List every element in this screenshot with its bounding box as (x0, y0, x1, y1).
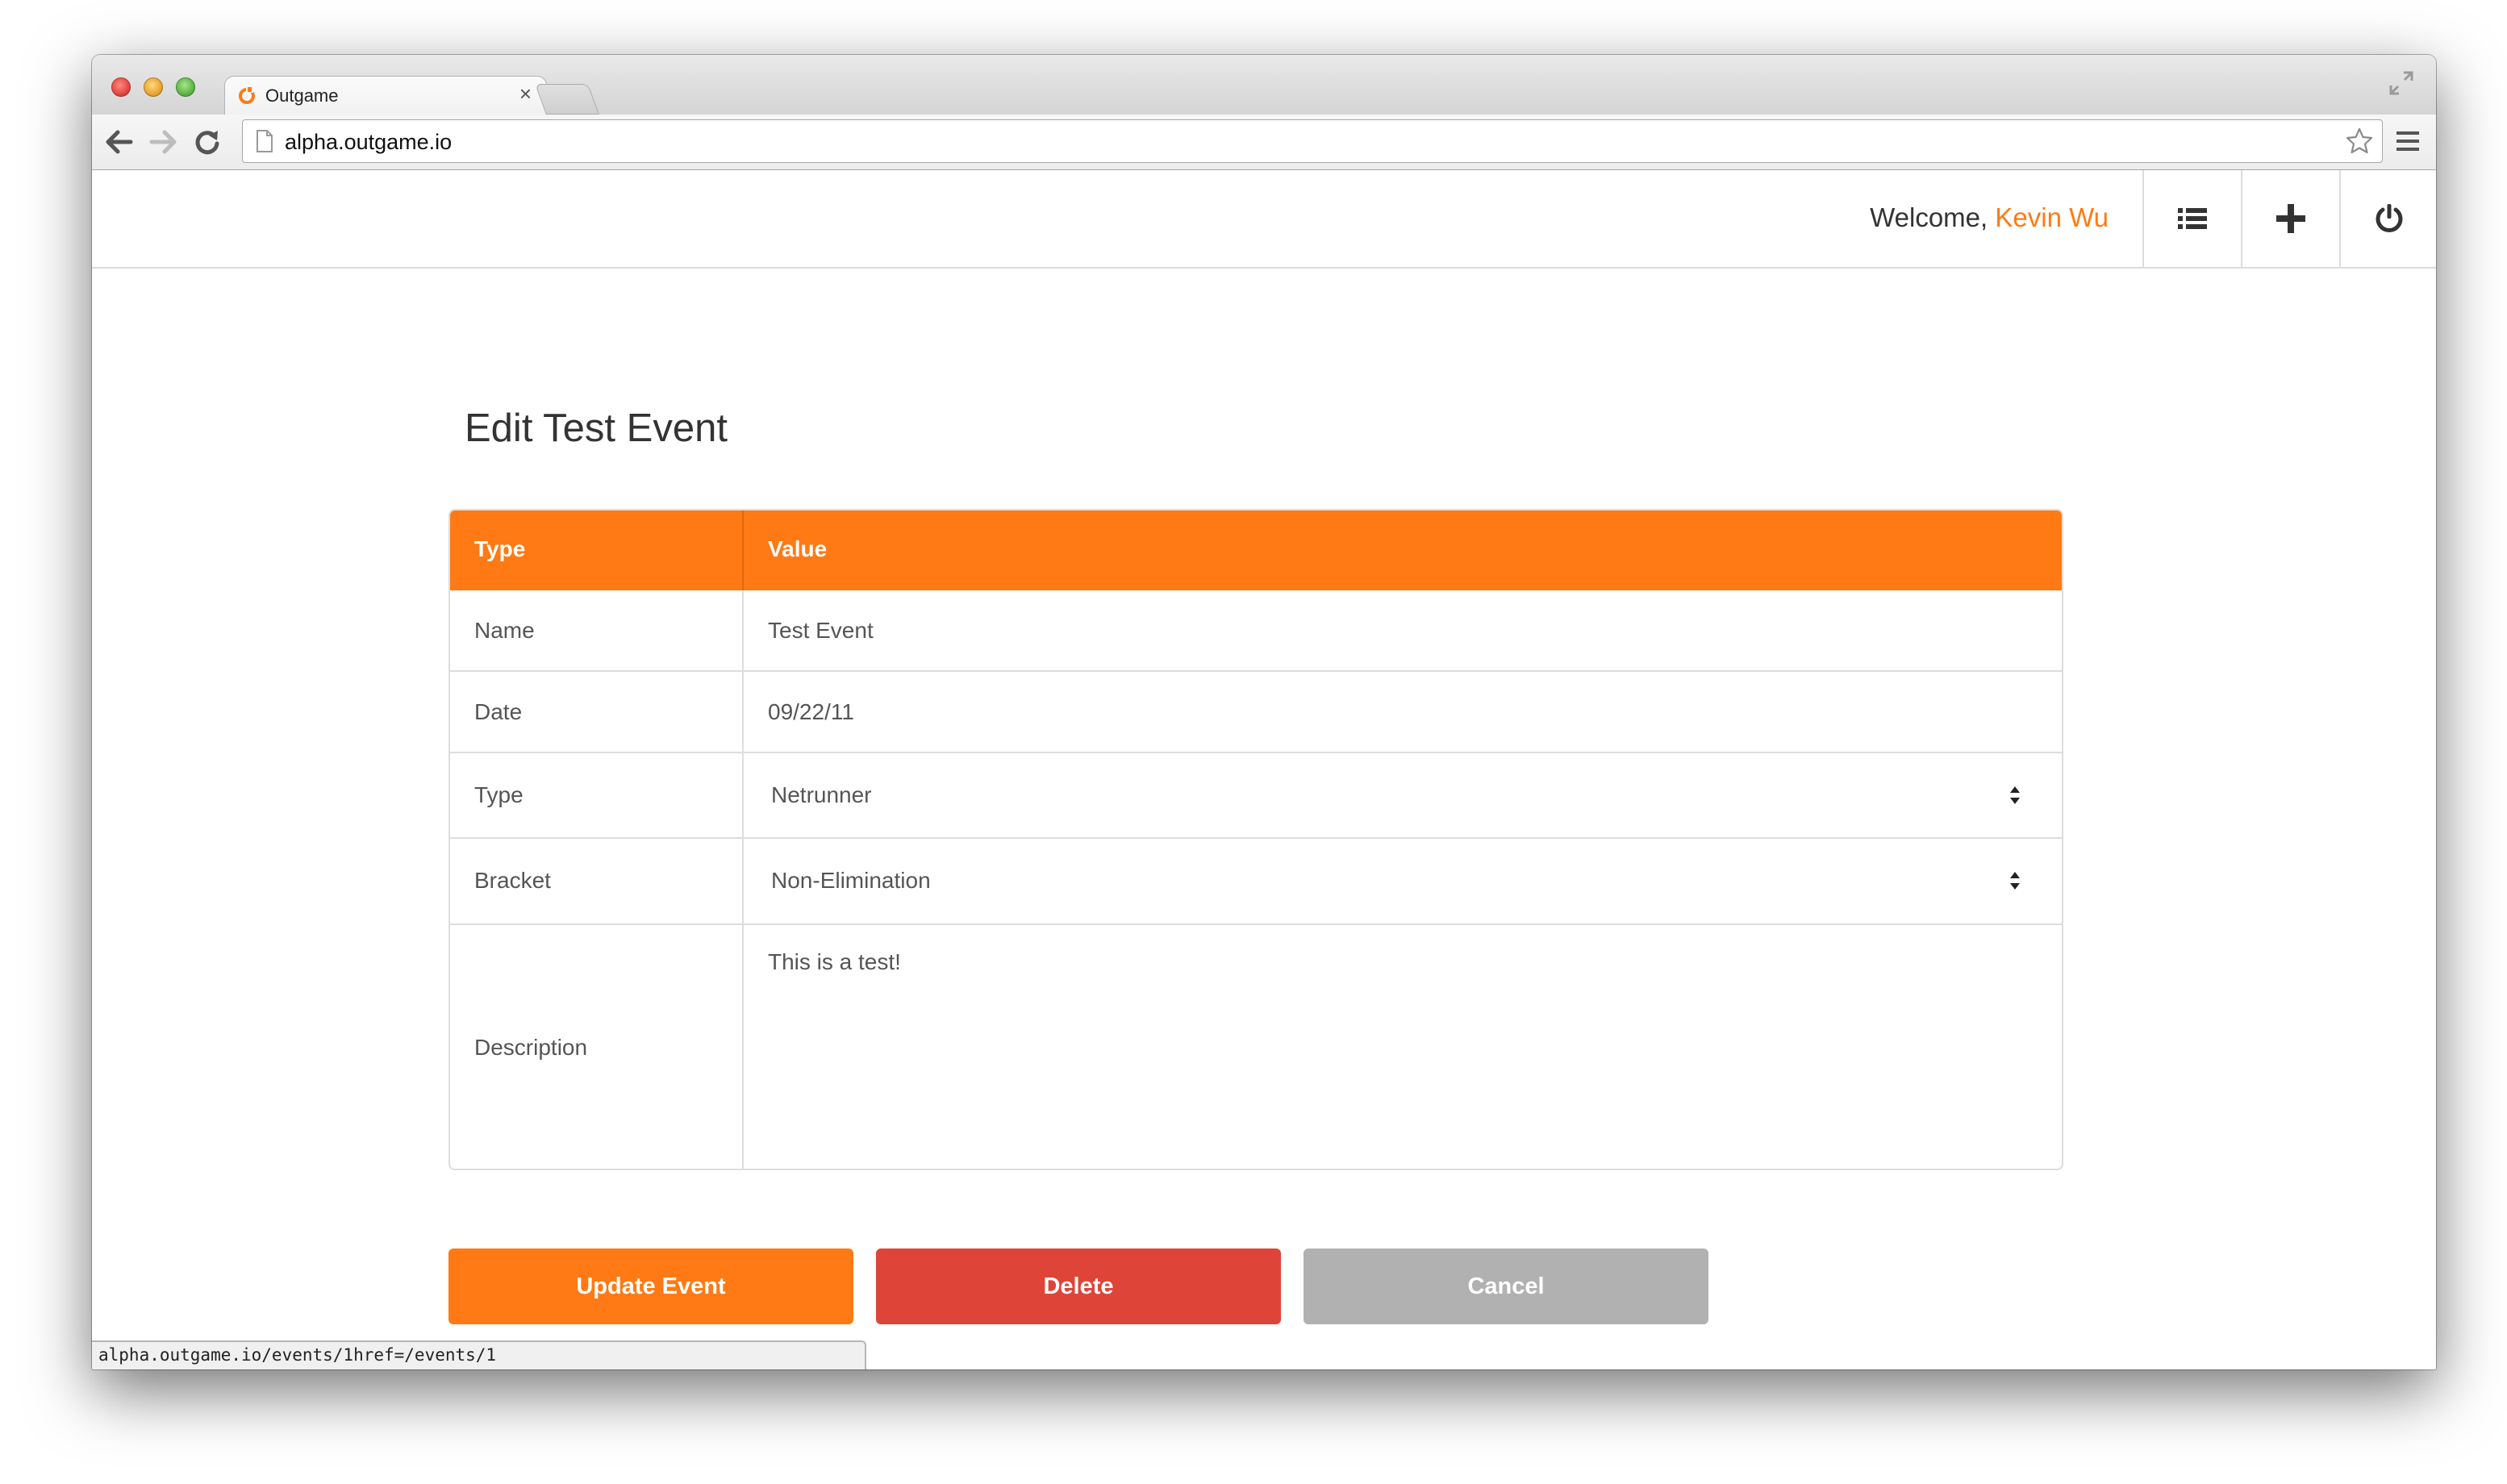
page-icon (257, 130, 273, 152)
name-label: Name (474, 618, 535, 643)
form-row-type[interactable]: Type Netrunner (450, 753, 2062, 839)
close-window-button[interactable] (111, 77, 131, 97)
type-label: Type (474, 782, 524, 807)
minimize-window-button[interactable] (144, 77, 163, 97)
header-value-label: Value (768, 536, 828, 561)
browser-window: Outgame × alpha.outgame.io Welcome, Kevi… (92, 55, 2436, 1369)
status-url: alpha.outgame.io/events/1href=/events/1 (98, 1345, 497, 1365)
welcome-prefix: Welcome, (1870, 202, 1996, 232)
event-form-table: Type Value Name Test Event Date 09/22/11… (448, 509, 2063, 1170)
browser-titlebar: Outgame × (92, 55, 2436, 115)
site-header: Welcome, Kevin Wu (92, 170, 2436, 269)
delete-button[interactable]: Delete (876, 1248, 1281, 1324)
tab-close-icon[interactable]: × (519, 83, 532, 104)
select-arrows-icon (2010, 872, 2020, 890)
column-divider (742, 590, 744, 670)
tab-title: Outgame (265, 85, 339, 106)
page-content: Welcome, Kevin Wu Edit Test Event Type V… (92, 170, 2436, 1369)
update-event-button[interactable]: Update Event (448, 1248, 853, 1324)
page-title: Edit Test Event (465, 406, 728, 450)
user-name-link[interactable]: Kevin Wu (1995, 202, 2109, 232)
bracket-label: Bracket (474, 868, 551, 893)
forward-arrow-icon[interactable] (148, 127, 179, 156)
column-divider (742, 672, 744, 752)
url-text: alpha.outgame.io (285, 130, 453, 154)
date-label: Date (474, 699, 523, 724)
date-input[interactable]: 09/22/11 (768, 699, 854, 725)
browser-toolbar: alpha.outgame.io (92, 115, 2436, 170)
cancel-button[interactable]: Cancel (1304, 1248, 1708, 1324)
bracket-select[interactable]: Non-Elimination (771, 868, 931, 894)
column-divider (742, 511, 744, 590)
type-select[interactable]: Netrunner (771, 782, 872, 808)
header-type-label: Type (474, 536, 526, 561)
form-table-header: Type Value (450, 511, 2062, 590)
power-icon (2376, 204, 2403, 232)
select-arrows-icon (2010, 786, 2020, 804)
form-row-name: Name Test Event (450, 590, 2062, 672)
description-textarea[interactable]: This is a test! (768, 949, 901, 975)
plus-icon (2276, 204, 2305, 233)
column-divider (742, 753, 744, 837)
bookmark-star-icon[interactable] (2345, 127, 2374, 156)
events-list-button[interactable] (2142, 170, 2239, 267)
reload-icon[interactable] (192, 127, 223, 156)
status-bar: alpha.outgame.io/events/1href=/events/1 (92, 1340, 866, 1369)
form-row-date: Date 09/22/11 (450, 672, 2062, 753)
fullscreen-icon[interactable] (2388, 69, 2415, 97)
browser-menu-icon[interactable] (2394, 127, 2421, 155)
column-divider (742, 839, 744, 923)
description-label: Description (474, 1035, 588, 1060)
outgame-favicon-icon (239, 87, 255, 104)
add-event-button[interactable] (2241, 170, 2338, 267)
new-tab-button[interactable] (535, 84, 599, 115)
list-icon (2178, 208, 2207, 229)
name-input[interactable]: Test Event (768, 618, 874, 644)
logout-button[interactable] (2339, 170, 2436, 267)
form-row-bracket[interactable]: Bracket Non-Elimination (450, 839, 2062, 925)
browser-tab[interactable]: Outgame × (224, 76, 547, 115)
zoom-window-button[interactable] (176, 77, 195, 97)
address-bar[interactable]: alpha.outgame.io (242, 119, 2383, 163)
back-arrow-icon[interactable] (103, 127, 134, 156)
welcome-message: Welcome, Kevin Wu (1870, 202, 2109, 233)
column-divider (742, 925, 744, 1169)
form-row-description: Description This is a test! (450, 925, 2062, 1169)
